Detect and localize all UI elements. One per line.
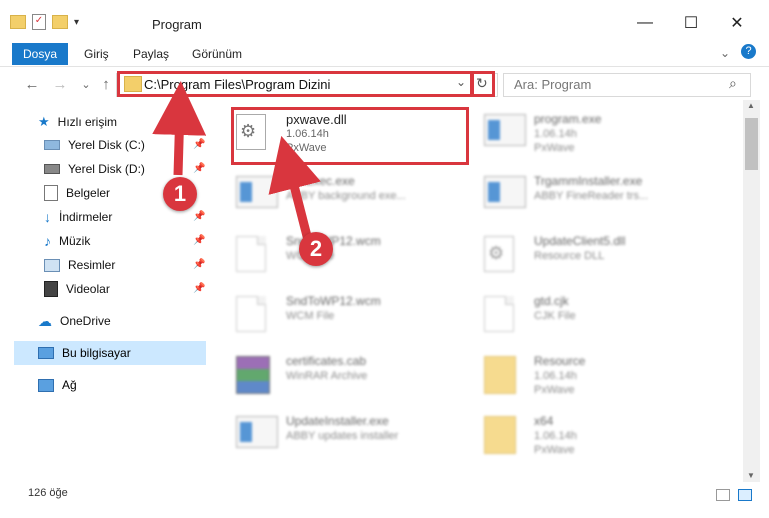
annotation-arrows <box>152 81 321 242</box>
callout-1: 1 <box>163 177 197 211</box>
callout-2: 2 <box>299 232 333 266</box>
arrow-1 <box>152 81 207 176</box>
arrow-2 <box>268 135 321 242</box>
